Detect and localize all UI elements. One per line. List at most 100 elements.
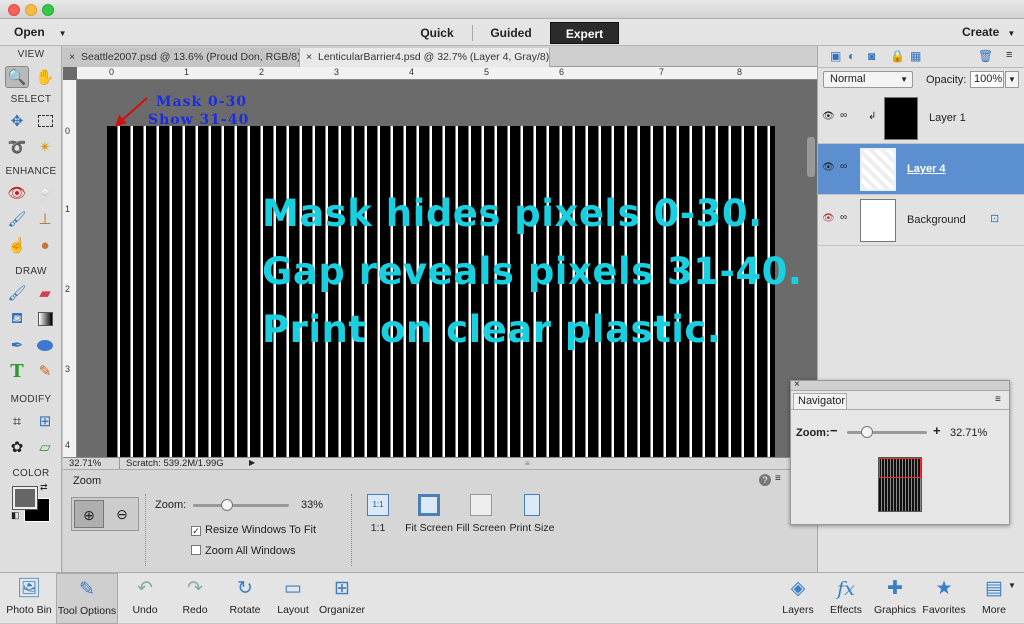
- create-menu-button[interactable]: Create ▼: [962, 25, 1015, 39]
- paint-bucket-tool[interactable]: ⛾: [5, 308, 29, 330]
- lasso-tool[interactable]: ➰: [5, 136, 29, 158]
- adjustment-layer-icon[interactable]: ◐: [848, 49, 855, 63]
- layer-row[interactable]: 👁 ∞ ↲ Layer 1: [818, 93, 1024, 144]
- zoom-all-windows-checkbox[interactable]: Zoom All Windows: [191, 545, 295, 557]
- print-size-button[interactable]: Print Size: [504, 494, 560, 534]
- tab-lenticular[interactable]: × LenticularBarrier4.psd @ 32.7% (Layer 4…: [300, 48, 550, 67]
- healing-brush-tool[interactable]: 🩹: [33, 182, 57, 204]
- panel-menu-icon[interactable]: ≡: [775, 473, 781, 484]
- crop-tool[interactable]: ⌗: [5, 410, 29, 432]
- ellipse-tool[interactable]: [33, 334, 57, 356]
- more-button[interactable]: ▤ More: [976, 573, 1012, 624]
- move-tool[interactable]: ✥: [5, 110, 29, 132]
- graphics-button[interactable]: ✚ Graphics: [872, 573, 918, 624]
- redo-button[interactable]: ↷ Redo: [174, 573, 216, 624]
- fill-screen-button[interactable]: Fill Screen: [453, 494, 509, 534]
- help-icon[interactable]: ?: [759, 474, 771, 486]
- blur-tool[interactable]: ☝: [5, 234, 29, 256]
- mode-expert[interactable]: Expert: [550, 22, 619, 44]
- resize-grip-icon[interactable]: ≡: [525, 459, 530, 468]
- layers-button[interactable]: ◈ Layers: [780, 573, 816, 624]
- button-label: Layers: [782, 604, 814, 616]
- recompose-tool[interactable]: ⊞: [33, 410, 57, 432]
- tool-options-button[interactable]: ✎ Tool Options: [56, 573, 118, 624]
- zoom-slider[interactable]: [193, 499, 289, 511]
- close-icon[interactable]: ×: [794, 379, 800, 390]
- smart-brush-tool[interactable]: 🖌: [5, 208, 29, 230]
- blend-mode-select[interactable]: Normal ▼: [823, 71, 913, 88]
- panel-menu-icon[interactable]: ≡: [1006, 49, 1012, 61]
- visibility-eye-icon[interactable]: 👁: [822, 111, 835, 122]
- effects-button[interactable]: fx Effects: [826, 573, 866, 624]
- close-icon[interactable]: ×: [306, 48, 312, 67]
- gradient-tool[interactable]: [33, 308, 57, 330]
- chevron-down-icon[interactable]: ▼: [1008, 581, 1016, 590]
- visibility-hidden-icon[interactable]: 👁: [822, 213, 835, 224]
- lock-icon[interactable]: 🔒: [890, 49, 905, 63]
- lock-all-icon[interactable]: ▦: [910, 49, 921, 63]
- link-icon[interactable]: ∞: [840, 110, 847, 121]
- photo-bin-button[interactable]: 🖼 Photo Bin: [4, 573, 54, 624]
- trash-icon[interactable]: 🗑: [978, 49, 993, 63]
- tab-navigator[interactable]: Navigator: [793, 393, 847, 409]
- opacity-input[interactable]: 100%: [970, 71, 1004, 88]
- vertical-scrollbar[interactable]: [807, 137, 815, 177]
- zoom-out-button[interactable]: ⊖: [107, 500, 137, 528]
- zoom-slider-thumb[interactable]: [221, 499, 233, 511]
- zoom-out-icon[interactable]: −: [830, 423, 838, 438]
- sponge-tool[interactable]: ●: [33, 234, 57, 256]
- view-1to1-button[interactable]: 1:1 1:1: [350, 494, 406, 534]
- clone-stamp-tool[interactable]: ⊥: [33, 208, 57, 230]
- layer-row[interactable]: 👁 ∞ Background ⊡: [818, 195, 1024, 246]
- navigator-zoom-slider[interactable]: [847, 426, 927, 438]
- resize-windows-checkbox[interactable]: ✓ Resize Windows To Fit: [191, 524, 316, 536]
- close-icon[interactable]: ×: [69, 48, 75, 67]
- zoom-in-icon[interactable]: +: [933, 423, 941, 438]
- organizer-button[interactable]: ⊞ Organizer: [318, 573, 366, 624]
- layer-mask-icon[interactable]: ◙: [868, 49, 875, 63]
- zoom-tool[interactable]: 🔍: [5, 66, 29, 88]
- tab-seattle[interactable]: × Seattle2007.psd @ 13.6% (Proud Don, RGB…: [63, 48, 300, 67]
- open-menu-button[interactable]: Open ▼: [14, 25, 67, 39]
- foreground-color-swatch[interactable]: [12, 486, 38, 510]
- canvas-area[interactable]: 0 1 2 3 4 5 6 7 8 0 1 2 3 4 Mask 0-30 Sh…: [63, 67, 817, 457]
- rotate-button[interactable]: ↻ Rotate: [223, 573, 267, 624]
- status-menu-arrow-icon[interactable]: ▶: [249, 458, 255, 467]
- pencil-tool[interactable]: ✎: [33, 360, 57, 382]
- navigator-preview[interactable]: [878, 457, 922, 512]
- red-eye-tool[interactable]: 👁: [5, 182, 29, 204]
- hand-tool[interactable]: ✋: [33, 66, 57, 88]
- brush-tool[interactable]: 🖌: [5, 282, 29, 304]
- default-colors-icon[interactable]: ◧: [11, 510, 20, 521]
- new-layer-icon[interactable]: ▣: [830, 49, 841, 63]
- fit-screen-button[interactable]: Fit Screen: [401, 494, 457, 534]
- layout-button[interactable]: ▭ Layout: [272, 573, 314, 624]
- layer-row-selected[interactable]: 👁 ∞ Layer 4: [818, 144, 1024, 195]
- eyedropper-tool[interactable]: ✒: [5, 334, 29, 356]
- magic-wand-tool[interactable]: ✴: [33, 136, 57, 158]
- mode-quick[interactable]: Quick: [404, 22, 470, 44]
- minimize-window-button[interactable]: [25, 4, 37, 16]
- favorites-button[interactable]: ★ Favorites: [920, 573, 968, 624]
- panel-menu-icon[interactable]: ≡: [995, 394, 1001, 405]
- zoom-in-button[interactable]: ⊕: [74, 500, 104, 528]
- swap-colors-icon[interactable]: ⇄: [40, 482, 48, 493]
- navigator-titlebar[interactable]: ×: [791, 379, 1009, 391]
- link-icon[interactable]: ∞: [840, 161, 847, 172]
- navigator-zoom-thumb[interactable]: [861, 426, 873, 438]
- canvas-text-line1: Mask hides pixels 0-30.: [262, 192, 763, 235]
- chevron-down-icon: ▼: [1008, 75, 1016, 84]
- straighten-tool[interactable]: ⏥: [33, 436, 57, 458]
- opacity-dropdown[interactable]: ▼: [1005, 71, 1019, 88]
- navigator-view-box[interactable]: [879, 458, 921, 478]
- undo-button[interactable]: ↶ Undo: [124, 573, 166, 624]
- link-icon[interactable]: ∞: [840, 212, 847, 223]
- zoom-window-button[interactable]: [42, 4, 54, 16]
- marquee-tool[interactable]: [33, 110, 57, 132]
- content-aware-move-tool[interactable]: ✿: [5, 436, 29, 458]
- visibility-eye-icon[interactable]: 👁: [822, 162, 835, 173]
- eraser-tool[interactable]: ▰: [33, 282, 57, 304]
- type-tool[interactable]: T: [5, 360, 29, 382]
- mode-guided[interactable]: Guided: [474, 22, 548, 44]
- close-window-button[interactable]: [8, 4, 20, 16]
